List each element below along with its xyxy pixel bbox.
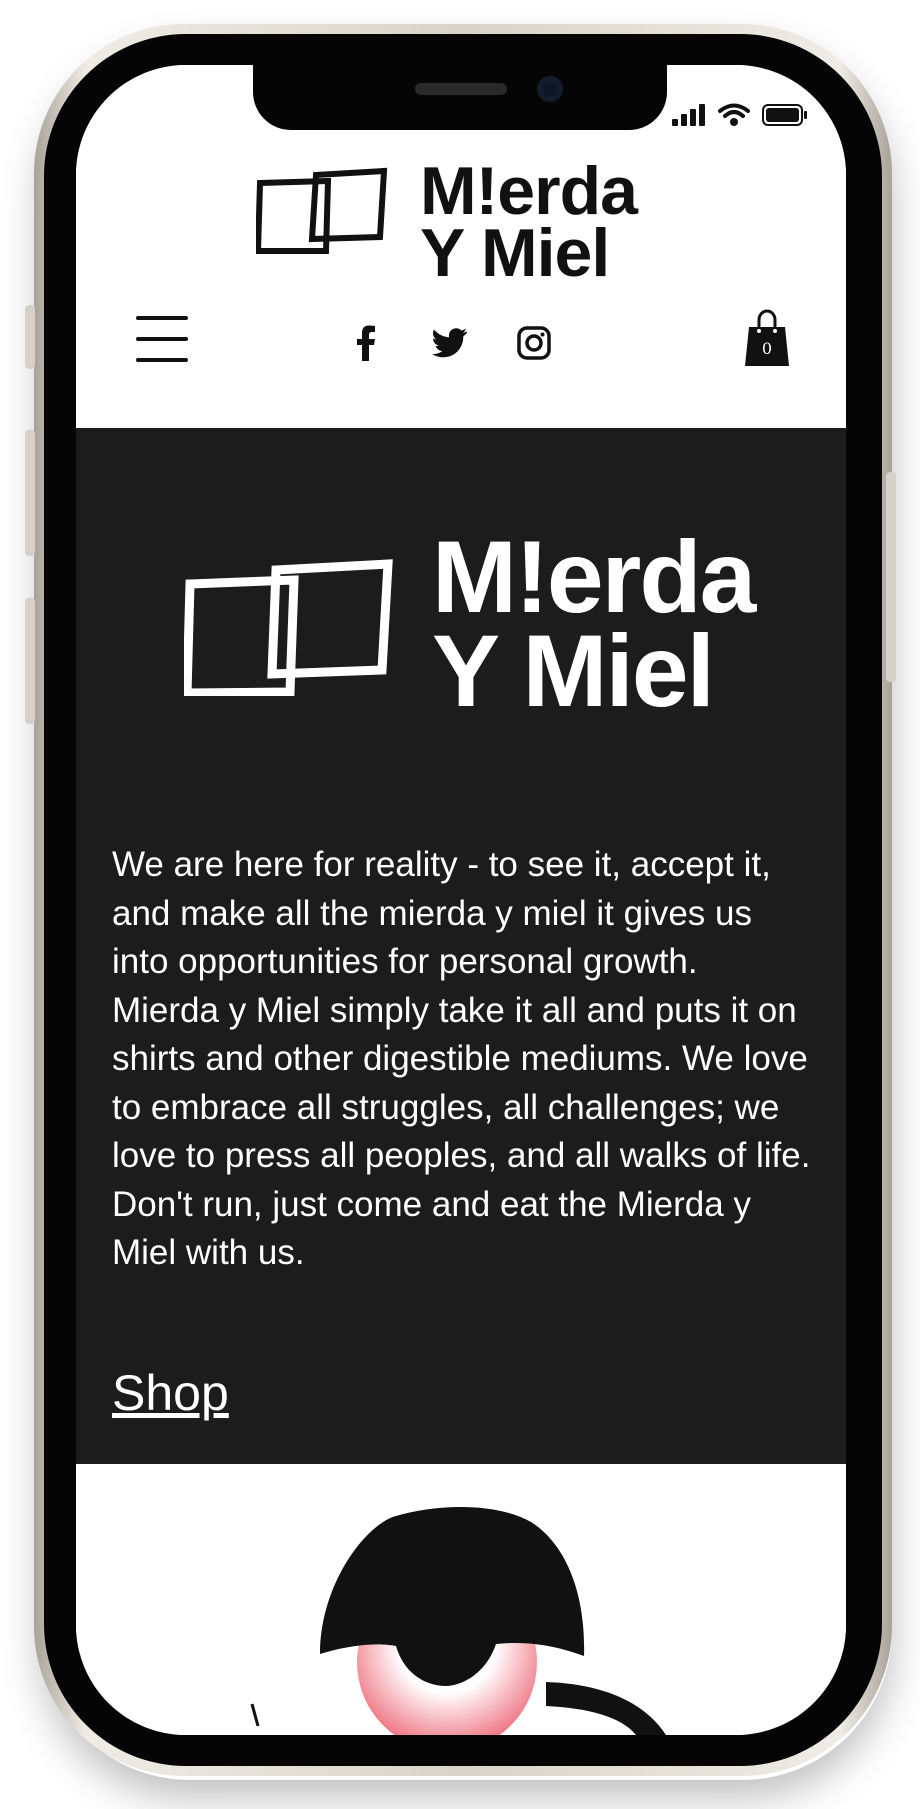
- silent-switch: [25, 305, 35, 369]
- brand-wordmark-large: M!erda Y Miel: [432, 520, 756, 728]
- product-image-area: [76, 1464, 846, 1735]
- about-section: M!erda Y Miel We are here for reality - …: [76, 428, 846, 1464]
- volume-up-button: [25, 430, 35, 556]
- instagram-icon[interactable]: [514, 323, 554, 363]
- cart-count-badge: 0: [761, 339, 773, 358]
- speaker: [415, 83, 507, 95]
- shop-link[interactable]: Shop: [112, 1364, 229, 1422]
- brand-wordmark[interactable]: M!erda Y Miel: [420, 153, 638, 291]
- brand-name-line1: M!erda: [432, 520, 756, 634]
- about-paragraph: We are here for reality - to see it, acc…: [112, 845, 811, 1272]
- status-bar: [672, 103, 808, 132]
- wifi-icon: [718, 103, 750, 132]
- cellular-signal-icon: [672, 104, 706, 131]
- power-button: [886, 472, 896, 682]
- brand-name-line2: Y Miel: [420, 215, 610, 291]
- facebook-icon[interactable]: [346, 323, 386, 363]
- logo-squares-icon[interactable]: [256, 165, 396, 255]
- brand-name-line2: Y Miel: [432, 614, 715, 728]
- cart-button[interactable]: 0: [744, 309, 790, 369]
- character-illustration: [250, 1506, 666, 1735]
- shopping-bag-icon: [745, 309, 789, 366]
- front-camera: [537, 76, 563, 102]
- battery-icon: [762, 103, 808, 132]
- notch: [253, 65, 667, 130]
- hamburger-menu-icon[interactable]: [136, 316, 188, 362]
- social-links: [346, 323, 554, 363]
- brand-name-line1: M!erda: [420, 153, 638, 229]
- twitter-icon[interactable]: [430, 323, 470, 363]
- logo-squares-icon: [184, 559, 393, 696]
- screen: M!erda Y Miel 0 M!erda Y Miel We are her…: [76, 65, 846, 1735]
- volume-down-button: [25, 598, 35, 724]
